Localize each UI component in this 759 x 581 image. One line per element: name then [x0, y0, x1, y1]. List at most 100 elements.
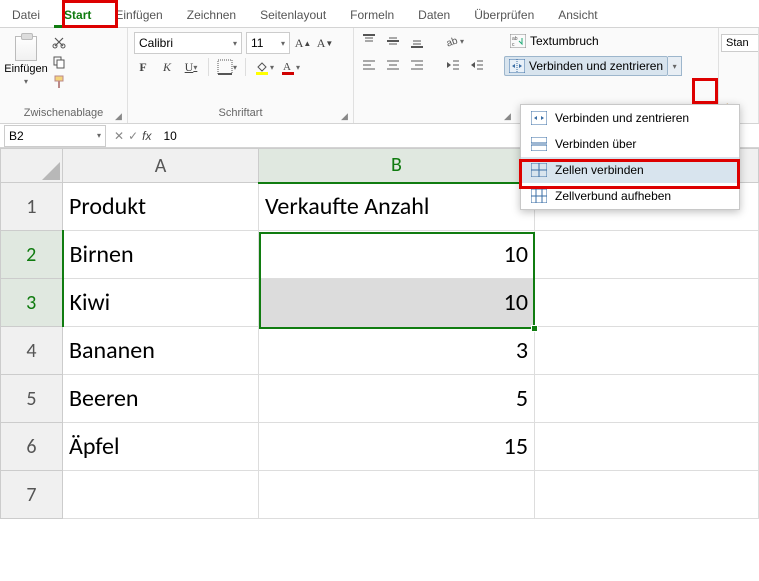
menu-merge-cells[interactable]: Zellen verbinden — [521, 157, 739, 183]
tab-formulas[interactable]: Formeln — [338, 3, 406, 27]
menu-merge-across[interactable]: Verbinden über — [521, 131, 739, 157]
name-box[interactable]: B2 ▾ — [4, 125, 106, 147]
copy-button[interactable] — [50, 54, 68, 70]
format-painter-button[interactable] — [50, 74, 68, 90]
cell[interactable] — [535, 423, 759, 471]
increase-indent-button[interactable] — [468, 56, 486, 74]
menu-label: Zellen verbinden — [555, 163, 644, 177]
row-header[interactable]: 2 — [1, 231, 63, 279]
column-header-b[interactable]: B — [259, 149, 535, 183]
group-label-font: Schriftart — [134, 107, 347, 121]
select-all-corner[interactable] — [1, 149, 63, 183]
cell[interactable] — [535, 471, 759, 519]
cell[interactable]: Produkt — [63, 183, 259, 231]
menu-label: Verbinden und zentrieren — [555, 111, 689, 125]
paste-label: Einfügen — [4, 63, 47, 75]
dialog-launcher-icon[interactable]: ◢ — [115, 111, 125, 121]
merge-center-button[interactable]: Verbinden und zentrieren — [504, 56, 668, 76]
decrease-indent-button[interactable] — [444, 56, 462, 74]
tab-data[interactable]: Daten — [406, 3, 462, 27]
accept-formula-button[interactable]: ✓ — [128, 129, 138, 143]
chevron-down-icon: ▾ — [97, 131, 101, 140]
merge-dropdown-menu: Verbinden und zentrieren Verbinden über … — [520, 104, 740, 210]
cell[interactable]: 10 — [259, 279, 535, 327]
fx-icon[interactable]: fx — [142, 129, 151, 143]
font-name-value: Calibri — [139, 36, 173, 50]
menu-merge-center[interactable]: Verbinden und zentrieren — [521, 105, 739, 131]
cell[interactable]: 10 — [259, 231, 535, 279]
cell[interactable] — [535, 279, 759, 327]
cell[interactable]: Beeren — [63, 375, 259, 423]
row-header[interactable]: 4 — [1, 327, 63, 375]
cell[interactable]: 5 — [259, 375, 535, 423]
chevron-down-icon: ▾ — [233, 39, 237, 48]
increase-font-button[interactable]: A▲ — [294, 34, 312, 52]
group-label-clipboard: Zwischenablage — [6, 107, 121, 121]
dialog-launcher-icon[interactable]: ◢ — [504, 111, 514, 121]
tab-review[interactable]: Überprüfen — [462, 3, 546, 27]
font-color-button[interactable]: A▾ — [280, 58, 300, 76]
menu-label: Verbinden über — [555, 137, 636, 151]
number-format-combo[interactable]: Stan — [721, 34, 759, 52]
tab-view[interactable]: Ansicht — [546, 3, 609, 27]
chevron-down-icon: ▾ — [24, 77, 28, 86]
wrap-text-label: Textumbruch — [530, 34, 599, 48]
fill-color-button[interactable]: ▾ — [254, 58, 274, 76]
cell[interactable]: 3 — [259, 327, 535, 375]
wrap-text-button[interactable]: abc Textumbruch — [504, 32, 682, 50]
svg-text:A: A — [283, 61, 291, 73]
cell[interactable]: Kiwi — [63, 279, 259, 327]
tab-pagelayout[interactable]: Seitenlayout — [248, 3, 338, 27]
cell[interactable]: Bananen — [63, 327, 259, 375]
align-right-button[interactable] — [408, 56, 426, 74]
merge-center-label: Verbinden und zentrieren — [529, 59, 663, 73]
row-header[interactable]: 1 — [1, 183, 63, 231]
align-top-button[interactable] — [360, 32, 378, 50]
font-size-value: 11 — [251, 36, 263, 50]
dialog-launcher-icon[interactable]: ◢ — [341, 111, 351, 121]
align-left-button[interactable] — [360, 56, 378, 74]
font-name-combo[interactable]: Calibri ▾ — [134, 32, 242, 54]
row-header[interactable]: 3 — [1, 279, 63, 327]
underline-button[interactable]: U ▾ — [182, 58, 200, 76]
menu-unmerge[interactable]: Zellverbund aufheben — [521, 183, 739, 209]
row-header[interactable]: 6 — [1, 423, 63, 471]
align-middle-button[interactable] — [384, 32, 402, 50]
row-header[interactable]: 5 — [1, 375, 63, 423]
cell[interactable]: Verkaufte Anzahl — [259, 183, 535, 231]
cell[interactable] — [535, 375, 759, 423]
menu-label: Zellverbund aufheben — [555, 189, 671, 203]
paste-button[interactable]: Einfügen ▾ — [6, 32, 46, 86]
cancel-formula-button[interactable]: ✕ — [114, 129, 124, 143]
fill-handle[interactable] — [531, 325, 538, 332]
font-size-combo[interactable]: 11 ▾ — [246, 32, 290, 54]
cell[interactable] — [535, 231, 759, 279]
tab-file[interactable]: Datei — [0, 3, 52, 27]
decrease-font-button[interactable]: A▼ — [316, 34, 334, 52]
align-bottom-button[interactable] — [408, 32, 426, 50]
align-center-button[interactable] — [384, 56, 402, 74]
cell[interactable]: 15 — [259, 423, 535, 471]
ribbon-tabs: Datei Start Einfügen Zeichnen Seitenlayo… — [0, 0, 759, 28]
cut-button[interactable] — [50, 34, 68, 50]
clipboard-icon — [15, 36, 37, 61]
borders-button[interactable]: ▾ — [217, 58, 237, 76]
italic-button[interactable]: K — [158, 58, 176, 76]
svg-text:ab: ab — [445, 35, 460, 49]
cell[interactable] — [535, 327, 759, 375]
orientation-button[interactable]: ab▾ — [444, 32, 464, 50]
tab-insert[interactable]: Einfügen — [103, 3, 174, 27]
cell[interactable]: Äpfel — [63, 423, 259, 471]
name-box-value: B2 — [9, 129, 24, 143]
cell[interactable] — [63, 471, 259, 519]
merge-dropdown-button[interactable]: ▾ — [668, 56, 682, 76]
cell[interactable] — [259, 471, 535, 519]
tab-draw[interactable]: Zeichnen — [175, 3, 248, 27]
cell[interactable]: Birnen — [63, 231, 259, 279]
bold-button[interactable]: F — [134, 58, 152, 76]
row-header[interactable]: 7 — [1, 471, 63, 519]
tab-home[interactable]: Start — [52, 3, 103, 27]
chevron-down-icon: ▾ — [281, 39, 285, 48]
svg-text:c: c — [512, 42, 515, 48]
column-header-a[interactable]: A — [63, 149, 259, 183]
